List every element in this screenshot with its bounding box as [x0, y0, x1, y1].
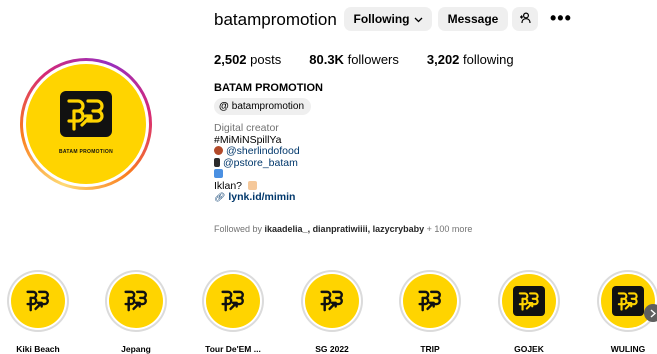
bio-iklan: Iklan? — [214, 179, 243, 192]
message-button[interactable]: Message — [438, 7, 508, 31]
highlight-item[interactable]: Kiki Beach — [0, 270, 78, 354]
highlight-cover-icon — [206, 274, 260, 328]
followed-by-names: ikaadelia_, dianpratiwiiii, lazycrybaby — [264, 224, 425, 234]
highlight-item[interactable]: WULING — [588, 270, 657, 354]
highlight-label: Jepang — [121, 344, 151, 354]
highlight-cover-icon — [109, 274, 163, 328]
threads-badge[interactable]: @ batampromotion — [214, 98, 312, 115]
following-count: 3,202 — [426, 52, 460, 67]
followed-by[interactable]: Followed by ikaadelia_, dianpratiwiiii, … — [214, 224, 472, 234]
highlight-cover-icon — [403, 274, 457, 328]
add-person-icon — [519, 11, 532, 27]
highlight-item[interactable]: GOJEK — [489, 270, 569, 354]
down-arrow-emoji-icon — [214, 169, 223, 178]
following-button[interactable]: Following — [344, 7, 432, 31]
highlight-label: WULING — [610, 344, 646, 354]
highlight-ring[interactable] — [7, 270, 69, 332]
brand-logo-icon — [60, 91, 112, 137]
threads-icon: @ — [219, 101, 229, 112]
chevron-down-icon — [414, 12, 423, 26]
highlight-cover-icon — [502, 274, 556, 328]
chevron-right-icon[interactable] — [644, 304, 657, 322]
website-link[interactable]: 🔗︎ lynk.id/mimin — [214, 191, 300, 204]
pointing-hand-emoji-icon — [247, 180, 257, 190]
avatar-image: BATAM PROMOTION — [26, 64, 146, 184]
profile-full-name: BATAM PROMOTION — [214, 82, 323, 94]
bio-line-pstore: @pstore_batam — [214, 157, 300, 170]
followers-stat[interactable]: 80.3K followers — [309, 52, 399, 67]
highlight-ring[interactable] — [301, 270, 363, 332]
highlight-ring[interactable] — [399, 270, 461, 332]
highlight-cover-icon — [305, 274, 359, 328]
phone-emoji-icon — [214, 157, 220, 167]
posts-label: posts — [250, 52, 282, 67]
following-label: following — [463, 52, 514, 67]
link-icon: 🔗︎ — [214, 192, 226, 202]
highlight-ring[interactable] — [105, 270, 167, 332]
highlight-label: Tour De'EM ... — [205, 344, 261, 354]
mention-sherlindofood[interactable]: @sherlindofood — [226, 145, 300, 157]
website-url[interactable]: lynk.id/mimin — [228, 191, 295, 203]
highlight-item[interactable]: TRIP — [390, 270, 470, 354]
meat-emoji-icon — [214, 146, 223, 155]
profile-category: Digital creator — [214, 122, 279, 134]
highlight-cover-icon — [11, 274, 65, 328]
highlight-label: SG 2022 — [315, 344, 349, 354]
avatar-caption: BATAM PROMOTION — [58, 149, 114, 155]
following-stat[interactable]: 3,202 following — [427, 52, 514, 67]
highlight-ring[interactable] — [498, 270, 560, 332]
posts-count: 2,502 — [214, 52, 247, 67]
followed-by-prefix: Followed by — [214, 224, 265, 234]
profile-bio: Digital creator #MiMiNSpillYa @sherlindo… — [214, 122, 300, 204]
highlight-item[interactable]: SG 2022 — [292, 270, 372, 354]
highlight-ring[interactable] — [597, 270, 657, 332]
following-button-label: Following — [353, 12, 410, 26]
highlight-label: TRIP — [420, 344, 440, 354]
highlight-ring[interactable] — [202, 270, 264, 332]
suggest-people-button[interactable] — [512, 7, 538, 31]
profile-avatar[interactable]: BATAM PROMOTION — [20, 58, 152, 190]
mention-pstore-batam[interactable]: @pstore_batam — [223, 157, 298, 169]
followers-label: followers — [347, 52, 399, 67]
followers-count: 80.3K — [309, 52, 344, 67]
highlight-item[interactable]: Tour De'EM ... — [193, 270, 273, 354]
followed-by-suffix: + 100 more — [424, 224, 473, 234]
highlight-label: Kiki Beach — [16, 344, 60, 354]
highlight-item[interactable]: Jepang — [96, 270, 176, 354]
threads-handle: batampromotion — [231, 101, 305, 112]
posts-stat[interactable]: 2,502 posts — [214, 52, 281, 67]
message-button-label: Message — [447, 12, 499, 26]
more-horizontal-icon[interactable]: ••• — [550, 8, 572, 29]
profile-username: batampromotion — [214, 10, 337, 29]
highlight-label: GOJEK — [514, 344, 544, 354]
profile-stats: 2,502 posts 80.3K followers 3,202 follow… — [214, 52, 542, 67]
